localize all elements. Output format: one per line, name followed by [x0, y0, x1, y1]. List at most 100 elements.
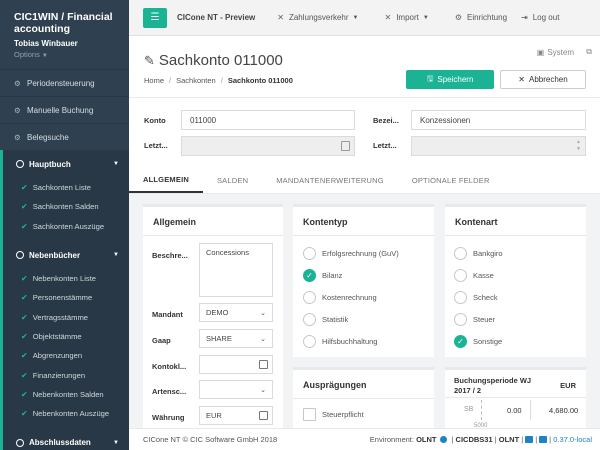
nav-einrichtung[interactable]: ⚙ Einrichtung — [455, 13, 507, 22]
sidebar-sub-sachkonten-liste[interactable]: ✔ Sachkonten Liste — [3, 178, 129, 197]
check-icon: ✓ — [454, 335, 467, 348]
breadcrumb-sachkonten[interactable]: Sachkonten — [176, 76, 216, 85]
mandant-value: DEMO — [206, 308, 229, 317]
sidebar-sub-personenstaemme[interactable]: ✔ Personenstämme — [3, 288, 129, 307]
save-button[interactable]: 🖫 Speichern — [406, 70, 494, 89]
nav-zahlungsverkehr[interactable]: ✕ Zahlungsverkehr ▼ — [277, 13, 358, 22]
radio-label: Statistik — [322, 315, 349, 324]
sidebar-head-nebenbuecher[interactable]: Nebenbücher ▼ — [3, 242, 129, 269]
nav-label: Zahlungsverkehr — [288, 13, 349, 22]
version-link[interactable]: 0.37.0-local — [553, 435, 592, 444]
sub-label: Nebenkonten Salden — [32, 389, 104, 399]
divider — [530, 400, 531, 420]
letzt2-input[interactable]: ▲ ▼ — [411, 136, 586, 156]
mandant-select[interactable]: DEMO ⌄ — [199, 303, 273, 322]
gaap-label: Gaap — [152, 336, 171, 345]
nav-import[interactable]: ✕ Import ▼ — [385, 13, 429, 22]
radio-hilfsbuchhaltung[interactable]: Hilfsbuchhaltung — [303, 335, 377, 348]
sidebar-menu: ⚙ Periodensteuerung ⚙ Manuelle Buchung ⚙ Be… — [0, 69, 129, 450]
beschreibung-textarea[interactable]: Concessions — [199, 243, 273, 297]
sidebar-sub-nebenkonten-salden[interactable]: ✔ Nebenkonten Salden — [3, 385, 129, 404]
artenschluessel-label: Artensc... — [152, 387, 187, 396]
checkbox-steuerpflicht[interactable]: Steuerpflicht — [303, 408, 364, 421]
sidebar-sub-nebenkonten-liste[interactable]: ✔ Nebenkonten Liste — [3, 269, 129, 288]
radio-sonstige[interactable]: ✓ Sonstige — [454, 335, 502, 348]
radio-circle — [454, 313, 467, 326]
panel-title: Allgemein — [143, 207, 283, 236]
sign-out-icon: ⇥ — [521, 13, 528, 22]
menu-toggle-button[interactable]: ☰ — [143, 7, 167, 28]
check-icon: ✔ — [21, 370, 28, 380]
circle-icon — [16, 251, 24, 260]
system-link[interactable]: ▣ System — [537, 48, 574, 57]
sidebar-item-periodensteuerung[interactable]: ⚙ Periodensteuerung — [0, 69, 129, 96]
tools-icon: ✕ — [277, 13, 284, 22]
sidebar-sub-sachkonten-salden[interactable]: ✔ Sachkonten Salden — [3, 197, 129, 216]
sidebar: CIC1WIN / Financial accounting Tobias Wi… — [0, 0, 129, 450]
environment-info: Environment: OLNT | CICDBS31 | OLNT | | | 0… — [369, 435, 592, 444]
radio-bankgiro[interactable]: Bankgiro — [454, 247, 503, 260]
kontoklasse-input[interactable] — [199, 355, 273, 374]
waehrung-input[interactable]: EUR — [199, 406, 273, 425]
check-icon: ✔ — [21, 389, 28, 399]
sidebar-item-manuelle-buchung[interactable]: ⚙ Manuelle Buchung — [0, 96, 129, 123]
radio-kasse[interactable]: Kasse — [454, 269, 494, 282]
radio-erfolgsrechnung[interactable]: Erfolgsrechnung (GuV) — [303, 247, 399, 260]
section-label: Nebenbücher — [29, 250, 81, 260]
radio-scheck[interactable]: Scheck — [454, 291, 498, 304]
sidebar-section-hauptbuch: Hauptbuch ▼ ✔ Sachkonten Liste ✔ Sachkonten… — [0, 150, 129, 450]
radio-statistik[interactable]: Statistik — [303, 313, 348, 326]
external-link-icon[interactable]: ⧉ — [586, 47, 592, 57]
bezeichnung-label: Bezei... — [373, 116, 399, 125]
radio-bilanz[interactable]: ✓ Bilanz — [303, 269, 342, 282]
check-icon: ✓ — [303, 269, 316, 282]
calendar-icon[interactable] — [341, 141, 350, 151]
tab-salden[interactable]: SALDEN — [203, 167, 262, 193]
sidebar-sub-objektstaemme[interactable]: ✔ Objektstämme — [3, 327, 129, 346]
sidebar-sub-vertragsstaemme[interactable]: ✔ Vertragsstämme — [3, 307, 129, 326]
tab-allgemein[interactable]: ALLGEMEIN — [129, 167, 203, 193]
topbar: ☰ CICone NT - Preview ✕ Zahlungsverkehr ▼ … — [129, 0, 600, 36]
radio-circle — [303, 291, 316, 304]
radio-kostenrechnung[interactable]: Kostenrechnung — [303, 291, 377, 304]
radio-label: Sonstige — [473, 337, 503, 346]
lookup-icon[interactable] — [259, 360, 268, 369]
options-dropdown[interactable]: Options ▼ — [0, 48, 129, 59]
logout-link[interactable]: ⇥ Log out — [521, 13, 559, 22]
sidebar-head-hauptbuch[interactable]: Hauptbuch ▼ — [3, 150, 129, 178]
sidebar-sub-sachkonten-auszuege[interactable]: ✔ Sachkonten Auszüge — [3, 217, 129, 236]
check-icon: ✔ — [21, 183, 28, 193]
sidebar-sub-finanzierungen[interactable]: ✔ Finanzierungen — [3, 365, 129, 384]
breadcrumb-home[interactable]: Home — [144, 76, 164, 85]
check-icon: ✔ — [21, 274, 28, 284]
cancel-button[interactable]: ✕ Abbrechen — [500, 70, 586, 89]
gaap-select[interactable]: SHARE ⌄ — [199, 329, 273, 348]
app-title: CICone NT - Preview — [177, 13, 256, 22]
check-icon: ✔ — [21, 351, 28, 361]
sidebar-head-abschlussdaten[interactable]: Abschlussdaten ▼ — [3, 429, 129, 450]
lookup-icon[interactable] — [259, 411, 268, 420]
sb-label: SB — [464, 406, 474, 413]
waehrung-label: Währung — [152, 413, 185, 422]
tab-mandantenerweiterung[interactable]: MANDANTENERWEITERUNG — [262, 167, 398, 193]
chevron-down-icon: ⌄ — [260, 310, 266, 317]
letzt1-date-input[interactable] — [181, 136, 355, 156]
radio-label: Bankgiro — [473, 249, 503, 258]
sidebar-item-belegsuche[interactable]: ⚙ Belegsuche — [0, 123, 129, 150]
tab-optionale-felder[interactable]: OPTIONALE FELDER — [398, 167, 504, 193]
konto-input[interactable]: 011000 — [181, 110, 355, 130]
sub-label: Abgrenzungen — [32, 351, 83, 361]
section-label: Hauptbuch — [29, 159, 71, 169]
sidebar-sub-nebenkonten-auszuege[interactable]: ✔ Nebenkonten Auszüge — [3, 404, 129, 423]
sidebar-sub-abgrenzungen[interactable]: ✔ Abgrenzungen — [3, 346, 129, 365]
cogs-icon: ⚙ — [14, 105, 21, 115]
spinner-icon[interactable]: ▲ ▼ — [576, 139, 581, 153]
checkbox-square — [303, 408, 316, 421]
nav-label: Einrichtung — [467, 13, 508, 22]
artenschluessel-select[interactable]: ⌄ — [199, 380, 273, 399]
radio-label: Kostenrechnung — [322, 293, 377, 302]
radio-steuer[interactable]: Steuer — [454, 313, 495, 326]
env-value-2: OLNT — [498, 435, 520, 444]
bezeichnung-input[interactable]: Konzessionen — [411, 110, 586, 130]
env-value: OLNT — [416, 435, 437, 444]
